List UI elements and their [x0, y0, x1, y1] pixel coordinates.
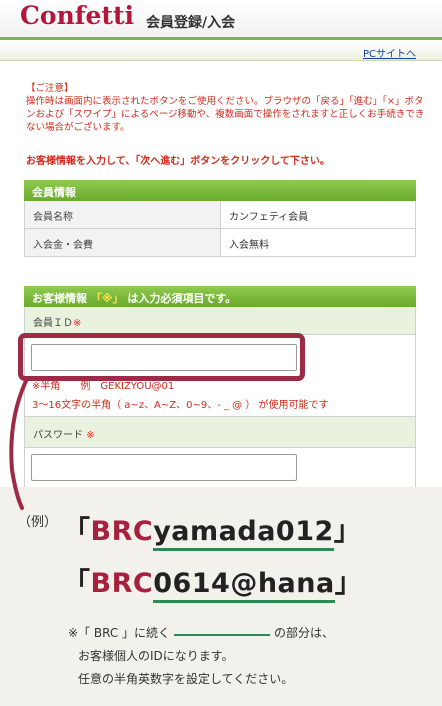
member-id-label-cell: 会員ＩＤ※ [24, 307, 416, 335]
member-id-label: 会員ＩＤ [33, 318, 73, 329]
fee-row: 入会金・会費 入会無料 [24, 229, 416, 257]
example-id-1: 「BRCyamada012」 [63, 509, 362, 551]
required-mark-legend: 「※」 [90, 292, 124, 305]
example-personal-part: 0614@hana [153, 568, 335, 603]
example-panel: （例） 「BRCyamada012」 「BRC0614@hana」 ※「 BRC… [0, 487, 442, 706]
example-note-line2: お客様個人のIDになります。 [78, 649, 234, 663]
note-prefix: ※「 BRC 」に続く [68, 626, 171, 640]
member-name-row: 会員名称 カンフェティ会員 [24, 201, 416, 229]
pc-site-link[interactable]: PCサイトへ [363, 45, 416, 60]
app-header: Confetti 会員登録/入会 [0, 0, 442, 40]
password-input[interactable] [31, 454, 297, 481]
bracket-open: 「 [63, 568, 91, 599]
member-name-label: 会員名称 [25, 201, 221, 228]
customer-info-header: お客様情報 「※」 は入力必須項目です。 [24, 286, 416, 307]
caution-notice: 【ご注意】 操作時は画面内に表示されたボタンをご使用ください。ブラウザの「戻る」… [26, 82, 426, 134]
example-prefix: BRC [90, 516, 154, 547]
example-prefix: BRC [90, 568, 154, 599]
required-note: は入力必須項目です。 [127, 292, 237, 305]
password-label: パスワード [33, 430, 83, 441]
customer-info-title: お客様情報 [32, 292, 87, 305]
note-suffix: の部分は、 [274, 626, 335, 640]
confetti-logo[interactable]: Confetti [20, 1, 134, 30]
example-note-line1: ※「 BRC 」に続く の部分は、 [68, 624, 334, 641]
example-id-2: 「BRC0614@hana」 [63, 561, 363, 603]
form-instruction: お客様情報を入力して、「次へ進む」ボタンをクリックして下さい。 [26, 156, 330, 167]
required-mark: ※ [73, 318, 82, 329]
member-id-highlight-box [18, 333, 305, 381]
blank-underline [174, 634, 271, 636]
member-name-value: カンフェティ会員 [229, 212, 309, 223]
fee-label: 入会金・会費 [25, 229, 221, 256]
pc-site-bar: PCサイトへ [0, 43, 442, 61]
password-required-mark: ※ [86, 430, 95, 441]
example-label: （例） [18, 515, 58, 530]
member-info-header: 会員情報 [24, 180, 416, 201]
page-title: 会員登録/入会 [146, 15, 236, 31]
caution-title: 【ご注意】 [26, 83, 74, 94]
bracket-close: 」 [334, 568, 363, 599]
bracket-open: 「 [63, 516, 91, 547]
fee-value: 入会無料 [229, 240, 269, 251]
password-label-cell: パスワード ※ [24, 417, 416, 448]
bracket-close: 」 [333, 516, 362, 547]
example-personal-part: yamada012 [153, 516, 334, 551]
caution-body: 操作時は画面内に表示されたボタンをご使用ください。ブラウザの「戻る」「進む」「×… [26, 96, 425, 133]
example-note-line3: 任意の半角英数字を設定してください。 [78, 672, 294, 686]
member-id-rule: 3～16文字の半角（ a~z、A~Z、0~9、- _ @ ） が使用可能です [32, 400, 329, 411]
